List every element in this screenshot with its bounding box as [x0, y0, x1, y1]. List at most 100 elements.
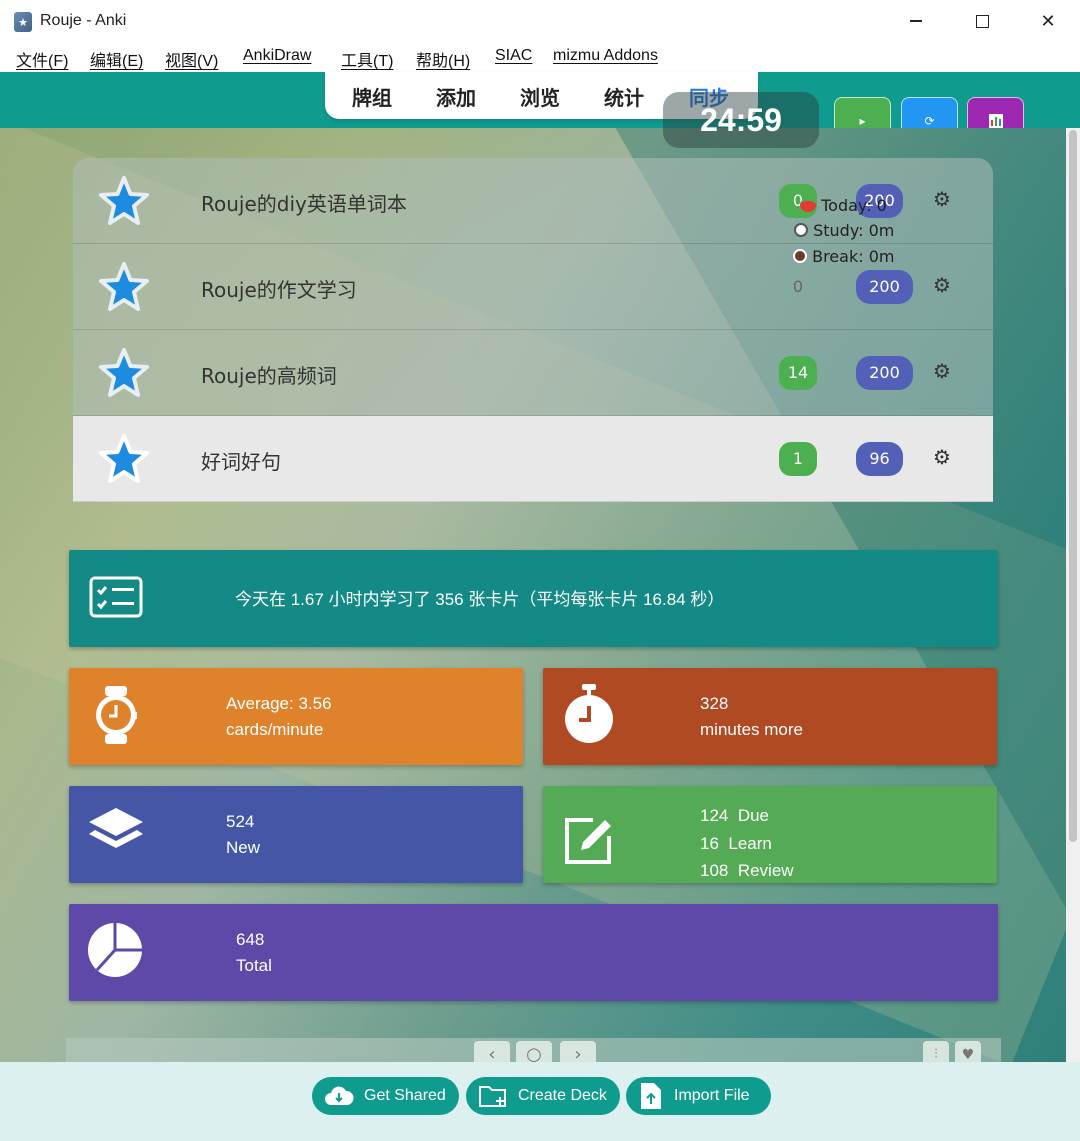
folder-plus-icon — [479, 1086, 506, 1107]
menu-file[interactable]: 文件(F) — [16, 47, 68, 71]
coffee-icon — [793, 249, 807, 263]
layers-icon — [89, 808, 143, 848]
review-count-badge: 200 — [856, 356, 913, 390]
close-button[interactable]: ✕ — [1025, 4, 1071, 38]
gear-icon[interactable]: ⚙ — [931, 274, 953, 296]
chevron-right-icon: › — [574, 1044, 582, 1062]
clock-icon — [794, 223, 808, 237]
minimize-icon — [910, 20, 922, 22]
review-count-badge: 200 — [856, 270, 913, 304]
today-count: Today: 0 — [821, 196, 887, 215]
learn-label: Learn — [728, 834, 772, 853]
nav-add[interactable]: 添加 — [436, 82, 476, 111]
sliders-icon: ⫶ — [934, 1047, 938, 1062]
minimize-button[interactable] — [893, 4, 939, 38]
deck-browser: Rouje的diy英语单词本 0 200 ⚙ Rouje的作文学习 0 200 … — [0, 128, 1066, 1062]
new-label: New — [226, 838, 261, 857]
pager-strip: ‹ ○ › ⫶ ♥ — [66, 1038, 1001, 1062]
menu-ankidraw[interactable]: AnkiDraw — [243, 47, 311, 65]
deck-name[interactable]: Rouje的diy英语单词本 — [201, 188, 407, 217]
pomodoro-timer[interactable]: 24:59 — [663, 92, 819, 148]
title-bar: ★ Rouje - Anki ✕ — [0, 0, 1080, 44]
average-line1: Average: 3.56 — [226, 694, 332, 713]
create-deck-button[interactable]: Create Deck — [466, 1077, 620, 1115]
summary-text: 今天在 1.67 小时内学习了 356 张卡片（平均每张卡片 16.84 秒） — [235, 590, 725, 609]
get-shared-label: Get Shared — [364, 1087, 446, 1104]
settings-sliders-button[interactable]: ⫶ — [923, 1041, 949, 1062]
due-card: 124 Due 16 Learn 108 Review — [543, 786, 997, 883]
gear-icon[interactable]: ⚙ — [931, 360, 953, 382]
menu-bar: 文件(F) 编辑(E) 视图(V) AnkiDraw 工具(T) 帮助(H) S… — [0, 44, 1080, 72]
get-shared-button[interactable]: Get Shared — [312, 1077, 459, 1115]
create-deck-label: Create Deck — [518, 1087, 607, 1104]
review-label: Review — [737, 861, 794, 880]
deck-row-selected[interactable]: 好词好句 1 96 ⚙ — [73, 416, 993, 502]
maximize-icon — [975, 14, 989, 28]
pomodoro-break: Break: 0m — [793, 247, 894, 266]
due-line: 124 Due — [700, 803, 769, 829]
maximize-button[interactable] — [959, 4, 1005, 38]
new-count-badge: 14 — [779, 356, 817, 390]
pomodoro-study: Study: 0m — [794, 221, 894, 240]
next-button[interactable]: › — [560, 1041, 596, 1062]
summary-card: 今天在 1.67 小时内学习了 356 张卡片（平均每张卡片 16.84 秒） — [69, 550, 998, 647]
anki-app-icon: ★ — [14, 12, 32, 32]
minutes-more-card: 328 minutes more — [543, 668, 997, 765]
prev-button[interactable]: ‹ — [474, 1041, 510, 1062]
menu-view[interactable]: 视图(V) — [165, 47, 218, 71]
scrollbar[interactable] — [1066, 128, 1080, 1062]
new-count: 524 — [226, 812, 255, 831]
close-icon: ✕ — [1040, 10, 1056, 32]
pie-chart-icon — [88, 923, 142, 977]
refresh-icon: ⟳ — [924, 113, 935, 128]
review-count: 108 — [700, 861, 729, 880]
import-file-label: Import File — [674, 1087, 750, 1104]
play-icon: ▸ — [859, 113, 866, 128]
nav-decks[interactable]: 牌组 — [352, 82, 392, 111]
nav-browse[interactable]: 浏览 — [520, 82, 560, 111]
menu-siac[interactable]: SIAC — [495, 47, 532, 65]
menu-tools[interactable]: 工具(T) — [341, 47, 393, 71]
deck-name[interactable]: Rouje的作文学习 — [201, 274, 357, 303]
gear-icon[interactable]: ⚙ — [931, 188, 953, 210]
menu-mizmu-addons[interactable]: mizmu Addons — [553, 47, 658, 65]
minutes-line1: 328 — [700, 694, 729, 713]
due-label: Due — [737, 806, 770, 825]
minutes-line2: minutes more — [700, 720, 803, 739]
star-icon — [99, 176, 149, 225]
menu-edit[interactable]: 编辑(E) — [90, 47, 143, 71]
stats-icon — [988, 113, 1003, 128]
total-card: 648 Total — [69, 904, 998, 1001]
star-icon — [99, 348, 149, 397]
home-button[interactable]: ○ — [516, 1041, 552, 1062]
heart-icon: ♥ — [961, 1047, 975, 1062]
chevron-left-icon: ‹ — [488, 1044, 496, 1062]
due-count: 124 — [700, 806, 729, 825]
pomodoro-today: Today: 0 — [800, 196, 887, 215]
deck-row[interactable]: Rouje的高频词 14 200 ⚙ — [73, 330, 993, 416]
new-count-badge: 1 — [779, 442, 817, 476]
cloud-download-icon — [325, 1086, 354, 1105]
study-time: Study: 0m — [813, 221, 895, 240]
new-count-badge: 0 — [792, 277, 804, 296]
heart-button[interactable]: ♥ — [955, 1041, 981, 1062]
deck-name[interactable]: Rouje的高频词 — [201, 360, 337, 389]
menu-help[interactable]: 帮助(H) — [416, 47, 470, 71]
nav-stats[interactable]: 统计 — [604, 82, 644, 111]
scroll-thumb[interactable] — [1069, 130, 1077, 842]
total-label: Total — [236, 956, 272, 975]
star-icon — [99, 262, 149, 311]
deck-name[interactable]: 好词好句 — [201, 446, 281, 475]
review-line: 108 Review — [700, 858, 794, 884]
new-cards-card: 524 New — [69, 786, 523, 883]
import-file-button[interactable]: Import File — [626, 1077, 771, 1115]
break-time: Break: 0m — [812, 247, 895, 266]
gear-icon[interactable]: ⚙ — [931, 446, 953, 468]
average-card: Average: 3.56 cards/minute — [69, 668, 523, 765]
file-upload-icon — [641, 1083, 661, 1109]
tomato-icon — [800, 198, 816, 212]
star-icon — [99, 434, 149, 483]
learn-count: 16 — [700, 834, 719, 853]
window-title: Rouje - Anki — [40, 12, 127, 29]
watch-icon — [96, 686, 137, 744]
